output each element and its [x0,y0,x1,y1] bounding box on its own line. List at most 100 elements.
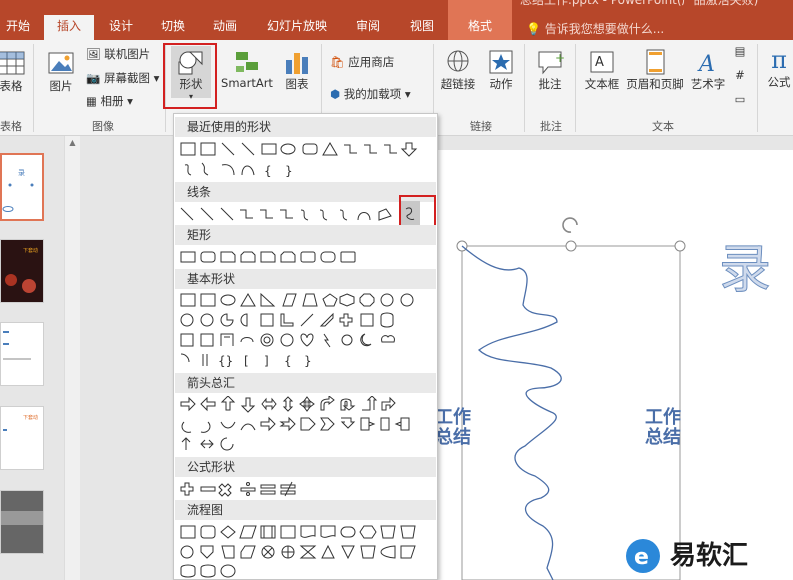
slide-text-right: 工作 总结 [645,407,681,448]
smartart-button[interactable]: SmartArt [218,48,276,90]
group-text-label: 文本 [652,120,674,133]
separator [524,44,525,132]
picture-button[interactable]: 图片 [44,48,78,94]
camera-icon: 📷 [86,71,104,85]
album-icon: ▦ [86,94,101,108]
vertical-textbox-shape-icon [200,142,216,156]
equation-shapes-grid[interactable] [180,481,435,499]
screenshot-button[interactable]: 📷 屏幕截图 ▾ [86,70,159,86]
svg-text:}: } [304,354,312,368]
album-button[interactable]: ▦ 相册 ▾ [86,93,133,109]
hash-icon: # [735,68,745,82]
store-icon: 🛍 [330,55,349,69]
date-time-button[interactable]: ▤ [731,44,749,58]
textbox-icon: A [590,51,614,73]
group-links-label: 链接 [470,120,492,133]
table-button[interactable]: 表格 [0,48,28,94]
chart-icon [286,53,308,74]
separator [757,44,758,132]
tab-animations[interactable]: 动画 [202,15,248,40]
lightbulb-icon: 💡 [526,22,545,36]
online-picture-icon: 🖼 [86,47,105,61]
elbow-connector-shape-icon [344,144,357,154]
section-recent-shapes: 最近使用的形状 [175,117,436,137]
action-button[interactable]: 动作 [484,48,518,92]
watermark-text: 易软汇 [670,541,749,571]
tab-transitions[interactable]: 切换 [150,15,196,40]
slide-thumbnail[interactable]: 下套动 [0,239,44,303]
online-picture-button[interactable]: 🖼 联机图片 [86,46,150,62]
tab-insert[interactable]: 插入 [44,15,94,40]
group-comments-label: 批注 [540,120,562,133]
textbox-shape-icon [180,142,196,156]
globe-link-icon [447,50,469,72]
svg-text:录: 录 [18,169,25,177]
group-images-label: 图像 [92,120,114,133]
tab-design[interactable]: 设计 [98,15,144,40]
down-arrow-shape-icon [400,142,418,157]
svg-text:下套动: 下套动 [23,247,38,254]
curve-shape-icon [184,164,192,176]
ribbon-tab-bar: 总结工作.pptx - PowerPoint(产品激活失败) 开始 插入 设计 … [0,0,793,40]
section-flowchart: 流程图 [175,500,436,520]
freeform-shape[interactable] [431,150,793,580]
my-addins-button[interactable]: ⬢ 我的加载项 ▾ [330,86,411,102]
header-footer-button[interactable]: 页眉和页脚 [625,48,685,92]
arrow-line-shape-icon [241,142,255,156]
rectangle-shape-icon [261,143,277,155]
window-title: 总结工作.pptx - PowerPoint(产品激活失败) [520,0,759,7]
slide-text-left: 工作 总结 [435,407,471,448]
arc-shape-icon [221,164,235,176]
brace-right-shape-icon: } [285,164,293,178]
separator [33,44,34,132]
slide-thumbnail[interactable] [0,322,44,386]
section-block-arrows: 箭头总汇 [175,373,436,393]
equation-button[interactable]: π 公式 [762,46,793,90]
recent-shapes-grid[interactable]: {} [180,141,435,179]
thumbnail-scrollbar[interactable]: ▲ [64,136,80,580]
slide-canvas[interactable]: 录 工作 总结 工作 总结 [431,150,793,580]
scroll-up-icon[interactable]: ▲ [65,138,80,147]
slide-number-button[interactable]: # [731,68,749,82]
svg-text:A: A [595,55,604,70]
section-equation-shapes: 公式形状 [175,457,436,477]
smartart-icon [236,52,258,72]
flowchart-shapes-grid[interactable] [180,524,435,578]
watermark-logo: e 易软汇 [622,534,793,580]
line-shape-icon [221,142,235,156]
calendar-icon: ▤ [734,44,746,58]
tab-format[interactable]: 格式 [448,0,512,40]
group-table-label: 表格 [0,120,22,133]
table-icon [0,51,25,75]
section-basic-shapes: 基本形状 [175,269,436,289]
textbox-button[interactable]: A 文本框 [581,48,623,92]
tell-me-search[interactable]: 💡 告诉我您想要做什么... [526,20,664,37]
arc-2-shape-icon [241,165,255,176]
lines-shapes-grid[interactable] [180,206,435,224]
wordart-icon: A [697,52,715,76]
tab-view[interactable]: 视图 [400,15,444,40]
hyperlink-button[interactable]: 超链接 [437,48,479,92]
tab-slideshow[interactable]: 幻灯片放映 [258,15,336,40]
slide-thumbnail[interactable] [0,490,44,554]
slide-thumbnail[interactable]: 录 [0,153,44,221]
section-rectangles: 矩形 [175,225,436,245]
tab-home[interactable]: 开始 [0,15,36,40]
basic-shapes-grid[interactable]: {} [] {} [180,292,435,380]
pi-icon: π [771,46,787,74]
rectangles-shapes-grid[interactable] [180,250,435,266]
svg-text:+: + [555,51,565,65]
shapes-dropdown-menu: 最近使用的形状 {} 线条 矩形 基本形状 {} [] {} 箭头总汇 公式… [173,113,438,580]
wordart-button[interactable]: A 艺术字 [688,48,728,92]
tab-review[interactable]: 审阅 [346,15,390,40]
store-button[interactable]: 🛍 应用商店 [330,54,394,70]
slide-big-char: 录 [718,240,772,301]
svg-text:下套动: 下套动 [23,414,38,421]
block-arrows-grid[interactable] [180,396,435,458]
slide-thumbnail[interactable]: 下套动 [0,406,44,470]
addins-icon: ⬢ [330,87,344,101]
chart-button[interactable]: 图表 [280,48,314,92]
comment-button[interactable]: + 批注 [533,48,567,92]
object-button[interactable]: ▭ [731,92,749,106]
slide-thumbnails-pane: 录 下套动 下套动 [0,136,64,580]
